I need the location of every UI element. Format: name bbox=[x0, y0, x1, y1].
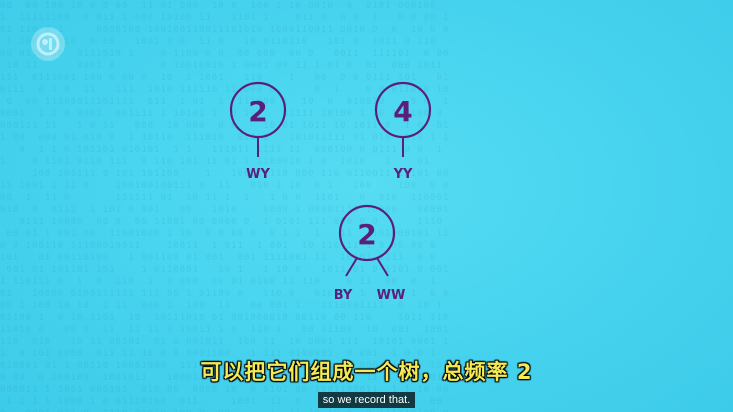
tree-node-group-2: 4 YY bbox=[374, 81, 432, 182]
huffman-tree-diagram: 2 WY 4 YY 2 BY WW bbox=[229, 81, 432, 303]
tree-edge-left bbox=[345, 257, 358, 277]
tree-edge-right bbox=[376, 257, 389, 277]
tree-node-group-3: 2 BY WW bbox=[334, 204, 406, 303]
tree-node-value: 2 bbox=[357, 218, 376, 251]
subtitle-chinese: 可以把它们组成一个树，总频率 2 bbox=[200, 360, 533, 384]
tree-node-value: 4 bbox=[393, 95, 412, 128]
tree-node-group-1: 2 WY bbox=[229, 81, 287, 182]
video-frame: 00 00 100 10 0 0 00 11 01 000 10 0 100 1… bbox=[0, 0, 733, 412]
leaf-label: YY bbox=[393, 167, 413, 182]
leaf-label: BY bbox=[334, 288, 353, 303]
leaf-label: WY bbox=[246, 167, 270, 182]
subtitle-english-container: so we record that. bbox=[0, 388, 733, 408]
leaf-label: WW bbox=[377, 288, 406, 303]
subtitle-english: so we record that. bbox=[317, 392, 416, 408]
tree-node-value: 2 bbox=[248, 95, 267, 128]
